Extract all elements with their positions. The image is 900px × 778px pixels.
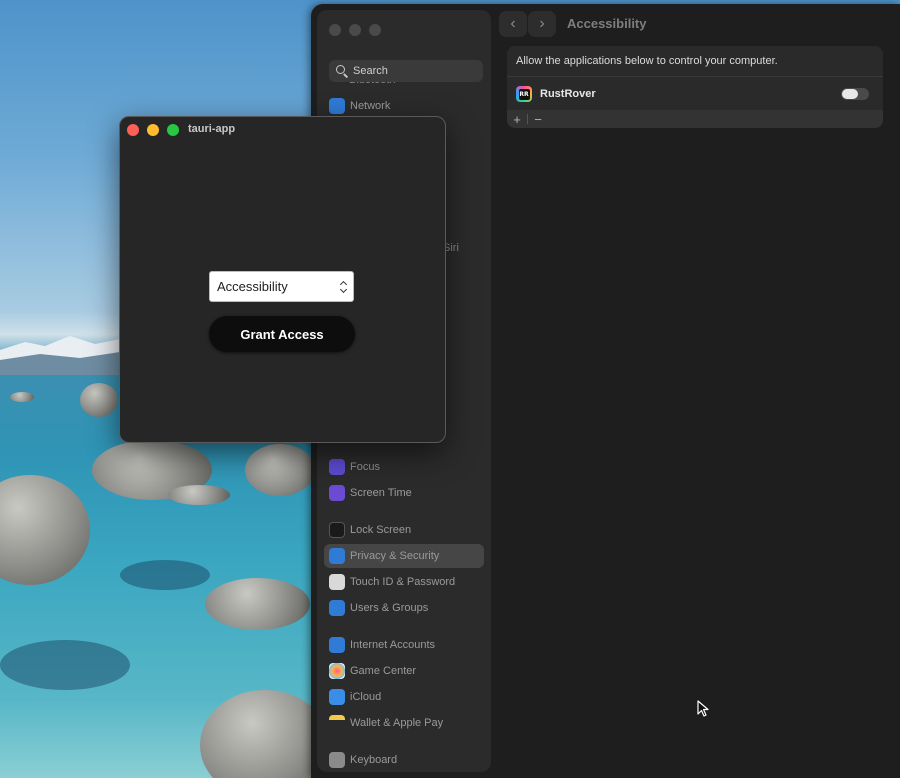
list-item[interactable]: RR RustRover xyxy=(516,83,876,105)
chevron-right-icon: › xyxy=(539,15,545,32)
globe-icon xyxy=(329,98,345,114)
sidebar-item-users-groups[interactable]: Users & Groups xyxy=(324,596,484,620)
wallet-icon xyxy=(329,715,345,731)
pane-title: Accessibility xyxy=(567,16,647,31)
water-shadow xyxy=(0,640,130,690)
rock-image xyxy=(10,392,34,402)
hand-icon xyxy=(329,548,345,564)
select-value: Accessibility xyxy=(217,279,288,294)
window-title: tauri-app xyxy=(188,123,236,135)
sidebar-item-label: Focus xyxy=(350,461,380,473)
sidebar-item-wallet[interactable]: Wallet & Apple Pay xyxy=(324,711,484,735)
forward-button[interactable]: › xyxy=(528,11,556,37)
add-app-button[interactable]: + xyxy=(507,110,527,128)
rock-image xyxy=(0,475,90,585)
sidebar-item-icloud[interactable]: iCloud xyxy=(324,685,484,709)
divider xyxy=(507,76,883,77)
sidebar-item-label: iCloud xyxy=(350,691,382,703)
sidebar-item-lock-screen[interactable]: Lock Screen xyxy=(324,518,484,542)
mouse-cursor-icon xyxy=(697,700,709,717)
zoom-window-button[interactable] xyxy=(369,24,381,36)
search-placeholder: Search xyxy=(353,65,388,77)
lock-icon xyxy=(329,522,345,538)
cloud-icon xyxy=(329,689,345,705)
fingerprint-icon xyxy=(329,574,345,590)
zoom-window-button[interactable] xyxy=(167,124,179,136)
search-icon xyxy=(335,64,349,78)
users-icon xyxy=(329,600,345,616)
rock-image xyxy=(205,578,310,630)
close-window-button[interactable] xyxy=(329,24,341,36)
minimize-window-button[interactable] xyxy=(147,124,159,136)
minimize-window-button[interactable] xyxy=(349,24,361,36)
tauri-window-controls xyxy=(127,124,179,136)
gamecenter-icon xyxy=(329,663,345,679)
permission-select[interactable]: Accessibility xyxy=(209,271,354,302)
app-icon-label: RR xyxy=(518,88,530,100)
sidebar-item-label: Internet Accounts xyxy=(350,639,435,651)
sidebar-item-label: Privacy & Security xyxy=(350,550,440,562)
sidebar-item-label: Users & Groups xyxy=(350,602,429,614)
sidebar-item-keyboard[interactable]: Keyboard xyxy=(324,748,484,772)
sidebar-item-label: Network xyxy=(350,100,391,112)
keyboard-icon xyxy=(329,752,345,768)
back-button[interactable]: ‹ xyxy=(499,11,527,37)
app-name: RustRover xyxy=(540,88,596,100)
remove-app-button[interactable]: − xyxy=(528,110,548,128)
sidebar-item-focus[interactable]: Focus xyxy=(324,455,484,479)
sidebar-item-label: Screen Time xyxy=(350,487,412,499)
sidebar-item-touch-id[interactable]: Touch ID & Password xyxy=(324,570,484,594)
rock-image xyxy=(168,485,230,505)
sidebar-item-privacy-security[interactable]: Privacy & Security xyxy=(324,544,484,568)
sidebar-item-network[interactable]: Network xyxy=(324,94,484,118)
tauri-app-window: tauri-app Accessibility Grant Access xyxy=(119,116,446,443)
accessibility-apps-panel: Allow the applications below to control … xyxy=(507,46,883,128)
at-icon xyxy=(329,637,345,653)
rock-image xyxy=(80,383,118,417)
sidebar-item-label: Keyboard xyxy=(350,754,398,766)
list-footer: + − xyxy=(507,110,883,128)
sidebar-item-label: Touch ID & Password xyxy=(350,576,456,588)
sidebar-item-label: Game Center xyxy=(350,665,417,677)
sidebar-item-screen-time[interactable]: Screen Time xyxy=(324,481,484,505)
sidebar-item-internet-accounts[interactable]: Internet Accounts xyxy=(324,633,484,657)
hourglass-icon xyxy=(329,485,345,501)
rock-image xyxy=(245,444,315,496)
accessibility-toggle[interactable] xyxy=(841,88,869,100)
search-field[interactable]: Search xyxy=(329,60,483,82)
sidebar-item-label: Lock Screen xyxy=(350,524,412,536)
chevron-left-icon: ‹ xyxy=(510,15,516,32)
moon-icon xyxy=(329,459,345,475)
grant-access-button[interactable]: Grant Access xyxy=(209,316,355,352)
settings-toolbar: ‹ › Accessibility xyxy=(497,10,893,37)
close-window-button[interactable] xyxy=(127,124,139,136)
chevron-updown-icon xyxy=(340,280,348,294)
sidebar-item-label: Wallet & Apple Pay xyxy=(350,717,444,729)
panel-description: Allow the applications below to control … xyxy=(516,55,778,67)
rustrover-app-icon: RR xyxy=(516,86,532,102)
settings-window-controls xyxy=(329,24,381,36)
sidebar-item-game-center[interactable]: Game Center xyxy=(324,659,484,683)
water-shadow xyxy=(120,560,210,590)
